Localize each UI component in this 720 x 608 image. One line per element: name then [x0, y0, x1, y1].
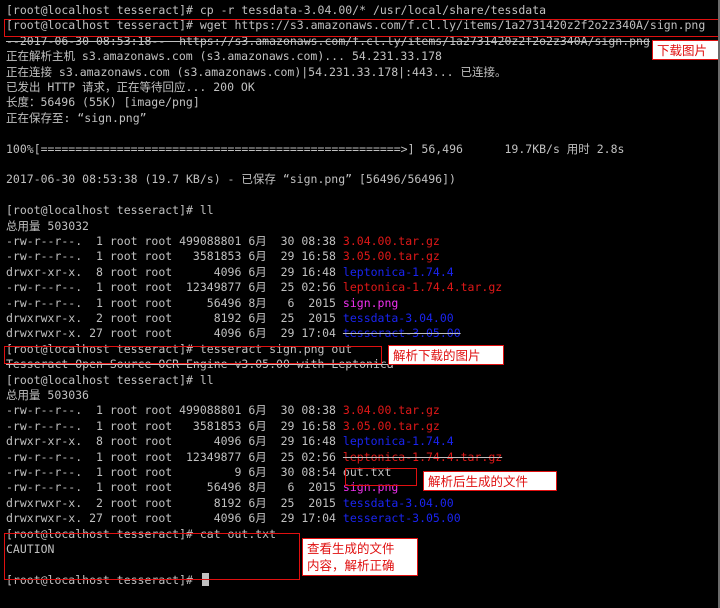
terminal-line: -rw-r--r--. 1 root root 12349877 6月 25 0… [6, 280, 502, 295]
callout-view: 查看生成的文件 内容，解析正确 [302, 538, 418, 576]
terminal-line: 总用量 503032 [6, 219, 89, 234]
file-name: tessdata-3.04.00 [342, 495, 454, 510]
highlight-wget-command [4, 19, 720, 37]
terminal-text: -rw-r--r--. 1 root root 56496 8月 6 2015 [6, 480, 343, 495]
terminal-text: -rw-r--r--. 1 root root 12349877 6月 25 0… [6, 449, 343, 464]
terminal-line: drwxrwxr-x. 2 root root 8192 6月 25 2015 … [6, 311, 454, 326]
terminal-text: -rw-r--r--. 1 root root 12349877 6月 25 0… [6, 280, 343, 295]
terminal-line: 总用量 503036 [6, 388, 89, 403]
terminal-text: [root@localhost tesseract]# ll [6, 203, 214, 218]
file-name: leptonica-1.74.4.tar.gz [342, 280, 503, 295]
terminal-text: 已发出 HTTP 请求，正在等待回应... 200 OK [6, 80, 255, 94]
terminal-line: -rw-r--r--. 1 root root 9 6月 30 08:54 ou… [6, 465, 391, 480]
terminal-line: -rw-r--r--. 1 root root 56496 8月 6 2015 … [6, 480, 398, 495]
file-name: sign.png [342, 295, 399, 310]
file-name: 3.05.00.tar.gz [342, 418, 440, 433]
terminal-text: 总用量 503036 [6, 388, 89, 402]
file-name: leptonica-1.74.4 [342, 264, 454, 279]
terminal-text: 2017-06-30 08:53:38 (19.7 KB/s) - 已保存 “s… [6, 172, 456, 187]
file-name: leptonica-1.74.4.tar.gz [342, 449, 503, 464]
terminal-text: drwxr-xr-x. 8 root root 4096 6月 29 16:48 [6, 264, 343, 279]
file-name: leptonica-1.74.4 [342, 434, 454, 449]
terminal-line: drwxrwxr-x. 27 root root 4096 6月 29 17:0… [6, 326, 461, 341]
terminal-text: 正在连接 s3.amazonaws.com (s3.amazonaws.com)… [6, 64, 507, 79]
callout-download: 下载图片 [652, 40, 720, 60]
terminal-line: 正在保存至: “sign.png” [6, 111, 147, 126]
terminal-text: [root@localhost tesseract]# cp -r tessda… [6, 3, 547, 17]
terminal-text: -rw-r--r--. 1 root root 56496 8月 6 2015 [6, 295, 343, 310]
highlight-tesseract-command [4, 346, 382, 364]
callout-generated: 解析后生成的文件 [423, 471, 557, 491]
terminal-text: -rw-r--r--. 1 root root 9 6月 30 08:54 ou… [6, 465, 392, 479]
file-name: tesseract-3.05.00 [342, 326, 461, 341]
terminal-line: drwxrwxr-x. 27 root root 4096 6月 29 17:0… [6, 511, 461, 526]
terminal-text: 100%[===================================… [6, 141, 625, 156]
terminal-text: -rw-r--r--. 1 root root 499088801 6月 30 … [6, 403, 343, 418]
terminal-line: 已发出 HTTP 请求，正在等待回应... 200 OK [6, 80, 255, 95]
terminal-window[interactable]: [root@localhost tesseract]# cp -r tessda… [0, 0, 720, 608]
terminal-line: -rw-r--r--. 1 root root 499088801 6月 30 … [6, 234, 440, 249]
terminal-text: -rw-r--r--. 1 root root 3581853 6月 29 16… [6, 418, 343, 433]
highlight-cat-output [4, 533, 300, 580]
terminal-text: drwxr-xr-x. 8 root root 4096 6月 29 16:48 [6, 434, 343, 449]
terminal-text: 总用量 503032 [6, 218, 89, 233]
file-name: 3.04.00.tar.gz [342, 403, 440, 418]
terminal-line: [root@localhost tesseract]# ll [6, 373, 214, 388]
highlight-out-txt [345, 468, 417, 486]
terminal-line: -rw-r--r--. 1 root root 12349877 6月 25 0… [6, 450, 502, 465]
terminal-line: -rw-r--r--. 1 root root 3581853 6月 29 16… [6, 419, 440, 434]
terminal-text: drwxrwxr-x. 2 root root 8192 6月 25 2015 [6, 495, 343, 510]
terminal-line: [root@localhost tesseract]# cp -r tessda… [6, 3, 546, 18]
terminal-line: -rw-r--r--. 1 root root 499088801 6月 30 … [6, 403, 440, 418]
terminal-line: 100%[===================================… [6, 142, 624, 157]
terminal-line: 正在连接 s3.amazonaws.com (s3.amazonaws.com)… [6, 65, 507, 80]
terminal-line: 正在解析主机 s3.amazonaws.com (s3.amazonaws.co… [6, 49, 442, 64]
terminal-text: drwxrwxr-x. 27 root root 4096 6月 29 17:0… [6, 511, 343, 526]
file-name: 3.04.00.tar.gz [342, 234, 440, 248]
terminal-text: 正在保存至: “sign.png” [6, 110, 147, 125]
terminal-line: 2017-06-30 08:53:38 (19.7 KB/s) - 已保存 “s… [6, 172, 456, 187]
terminal-line: drwxr-xr-x. 8 root root 4096 6月 29 16:48… [6, 434, 454, 449]
file-name: tessdata-3.04.00 [342, 311, 454, 325]
file-name: tesseract-3.05.00 [342, 511, 461, 526]
file-name: 3.05.00.tar.gz [342, 249, 440, 264]
terminal-text: drwxrwxr-x. 2 root root 8192 6月 25 2015 [6, 311, 343, 325]
terminal-line: -rw-r--r--. 1 root root 3581853 6月 29 16… [6, 249, 440, 264]
terminal-line: [root@localhost tesseract]# ll [6, 203, 214, 218]
terminal-text: drwxrwxr-x. 27 root root 4096 6月 29 17:0… [6, 326, 343, 341]
terminal-line: -rw-r--r--. 1 root root 56496 8月 6 2015 … [6, 296, 398, 311]
terminal-text: [root@localhost tesseract]# ll [6, 372, 214, 387]
terminal-text: 长度：56496 (55K) [image/png] [6, 95, 200, 110]
terminal-line: 长度：56496 (55K) [image/png] [6, 95, 200, 110]
callout-parse: 解析下载的图片 [388, 345, 504, 365]
terminal-line: drwxrwxr-x. 2 root root 8192 6月 25 2015 … [6, 496, 454, 511]
terminal-text: 正在解析主机 s3.amazonaws.com (s3.amazonaws.co… [6, 49, 442, 64]
terminal-text: -rw-r--r--. 1 root root 3581853 6月 29 16… [6, 249, 343, 264]
terminal-text: -rw-r--r--. 1 root root 499088801 6月 30 … [6, 234, 343, 248]
terminal-line: drwxr-xr-x. 8 root root 4096 6月 29 16:48… [6, 265, 454, 280]
